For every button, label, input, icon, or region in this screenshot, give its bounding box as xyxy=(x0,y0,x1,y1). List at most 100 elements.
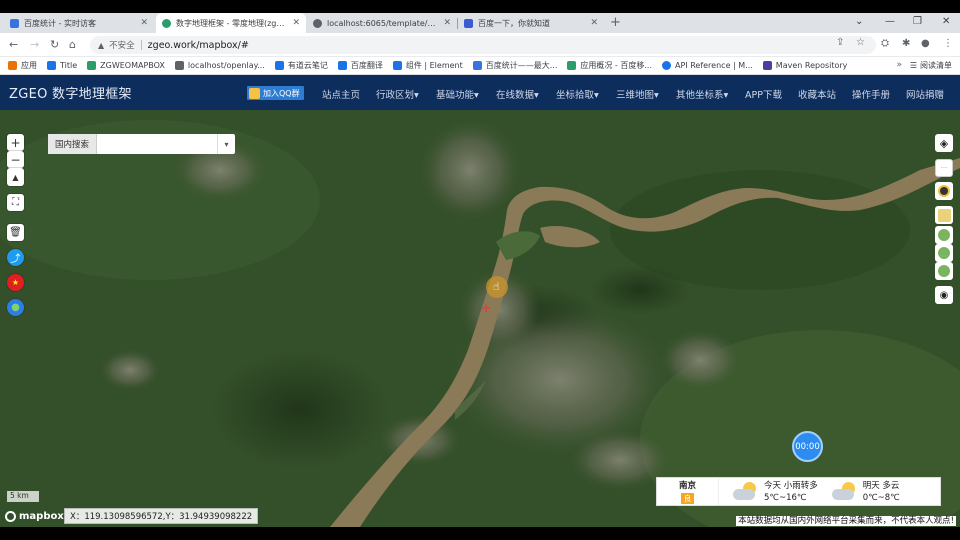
bookmark-item[interactable]: localhost/openlay... xyxy=(174,61,265,70)
site-brand[interactable]: ZGEO 数字地理框架 xyxy=(9,83,132,102)
nav-manual[interactable]: 操作手册 xyxy=(852,87,890,101)
chevron-down-icon[interactable]: ▾ xyxy=(217,134,235,154)
tomorrow-forecast: 明天 多云 xyxy=(862,480,900,491)
bookmark-item[interactable]: Maven Repository xyxy=(762,61,847,70)
minimize-icon[interactable]: — xyxy=(885,16,895,27)
bookmark-item[interactable]: 百度统计——最大... xyxy=(472,60,558,71)
bookmark-label: 百度翻译 xyxy=(350,61,383,70)
nav-admin-divisions[interactable]: 行政区划▾ xyxy=(376,87,419,101)
air-quality-badge: 良 xyxy=(680,493,695,504)
bookmark-item[interactable]: 有道云笔记 xyxy=(274,60,328,71)
zoom-in-button[interactable]: + xyxy=(7,134,24,151)
warning-icon: ▲ xyxy=(98,40,105,50)
restore-icon[interactable]: ❐ xyxy=(913,16,922,27)
browser-toolbar: ← → ↻ ⌂ ▲ 不安全 zgeo.work/mapbox/# ⇪ ☆ ⛭ ✱… xyxy=(0,33,960,57)
bookmark-item[interactable]: API Reference | M... xyxy=(662,61,753,70)
globe-icon[interactable]: ● xyxy=(7,299,24,316)
close-window-icon[interactable]: ✕ xyxy=(942,16,950,27)
share-icon[interactable]: ⇪ xyxy=(836,37,844,48)
bookmark-item[interactable]: 百度翻译 xyxy=(337,60,383,71)
nav-basic-functions[interactable]: 基础功能▾ xyxy=(436,87,479,101)
globe-favicon-icon xyxy=(162,18,171,28)
bookmark-label: 百度统计——最大... xyxy=(485,61,558,70)
search-input[interactable] xyxy=(97,134,217,154)
reading-list-label: 阅读清单 xyxy=(920,61,952,70)
baidu-translate-icon xyxy=(337,61,347,70)
china-flag-icon[interactable]: ★ xyxy=(7,274,24,291)
camera-icon[interactable]: ◉ xyxy=(935,286,953,304)
scale-bar: 5 km xyxy=(7,491,39,502)
url-text[interactable]: zgeo.work/mapbox/# xyxy=(148,40,249,51)
tab-title: localhost:6065/template/quer xyxy=(327,18,440,28)
star-bookmark-icon[interactable]: ☆ xyxy=(856,37,865,48)
bookmark-item[interactable]: 应用概况 - 百度移... xyxy=(567,60,652,71)
layers-icon[interactable]: ◈ xyxy=(935,134,953,152)
nav-other-crs[interactable]: 其他坐标系▾ xyxy=(676,87,728,101)
terrain-style-icon[interactable] xyxy=(935,226,953,244)
compass-button[interactable]: ▲ xyxy=(7,168,24,186)
new-tab-icon[interactable]: + xyxy=(610,15,621,30)
astronaut-icon[interactable] xyxy=(935,182,953,200)
close-tab-icon[interactable]: ✕ xyxy=(292,18,300,28)
terrain-style-icon[interactable] xyxy=(935,262,953,280)
nav-home[interactable]: 站点主页 xyxy=(322,87,360,101)
extension-badge-icon[interactable]: ⛭ xyxy=(881,38,889,49)
map-canvas[interactable]: + − ▲ ⛶ 🗑 ⤴ ★ ● 国内搜索 ▾ ◈ ··· ◉ ☝ ✛ 00:00… xyxy=(0,110,960,527)
home-icon[interactable]: ⌂ xyxy=(69,38,76,51)
fullscreen-icon[interactable]: ⛶ xyxy=(7,194,24,211)
nav-3d-map[interactable]: 三维地图▾ xyxy=(616,87,659,101)
trash-icon[interactable]: 🗑 xyxy=(7,224,24,241)
disclaimer-text: 本站数据均从国内外网络平台采集而来，不代表本人观点! xyxy=(736,516,956,526)
baidu-tongji-icon xyxy=(472,61,482,70)
address-bar[interactable]: ▲ 不安全 zgeo.work/mapbox/# xyxy=(90,36,876,54)
maven-logo-icon xyxy=(762,61,772,70)
chevron-down-icon[interactable]: ⌄ xyxy=(855,16,863,27)
reload-icon[interactable]: ↻ xyxy=(50,38,59,51)
profile-avatar-icon[interactable]: ● xyxy=(921,38,930,49)
not-secure-label: 不安全 xyxy=(109,41,135,51)
close-tab-icon[interactable]: ✕ xyxy=(590,18,598,28)
site-navbar: ZGEO 数字地理框架 加入QQ群 站点主页 行政区划▾ 基础功能▾ 在线数据▾… xyxy=(0,75,960,110)
weather-today: 今天 小雨转多 5℃~16℃ xyxy=(731,480,818,504)
forward-arrow-icon[interactable]: → xyxy=(30,38,39,51)
youdao-note-icon xyxy=(274,61,284,70)
bookmark-item[interactable]: Title xyxy=(47,61,77,70)
element-logo-icon xyxy=(392,61,402,70)
tab-title: 百度统计 - 实时访客 xyxy=(24,18,96,28)
share-icon[interactable]: ⤴ xyxy=(7,249,24,266)
weather-city: 南京 良 xyxy=(657,478,719,505)
baidu-paw-favicon-icon xyxy=(464,18,473,28)
disclaimer-bar: 本站数据均从国内外网络平台采集而来，不代表本人观点! xyxy=(0,516,960,527)
browser-tab[interactable]: 百度一下，你就知道 ✕ xyxy=(458,13,604,33)
close-tab-icon[interactable]: ✕ xyxy=(443,18,451,28)
map-style-thumbnail-icon[interactable] xyxy=(935,206,953,224)
reading-list-button[interactable]: ☰ 阅读清单 xyxy=(910,60,952,71)
nav-donate[interactable]: 网站捐赠 xyxy=(906,87,944,101)
bookmark-item[interactable]: 应用 xyxy=(8,60,37,71)
bookmark-item[interactable]: 组件 | Element xyxy=(392,60,463,71)
join-qq-group-button[interactable]: 加入QQ群 xyxy=(247,86,304,100)
browser-tab-active[interactable]: 数字地理框架 - 零度地理(zgeo) ✕ xyxy=(156,13,306,33)
browser-tab[interactable]: 百度统计 - 实时访客 ✕ xyxy=(4,13,154,33)
weather-tomorrow: 明天 多云 0℃~8℃ xyxy=(830,480,900,504)
bookmarks-overflow-icon[interactable]: » xyxy=(896,60,902,70)
bookmark-label: API Reference | M... xyxy=(675,61,753,70)
kebab-menu-icon[interactable]: ⋮ xyxy=(943,38,953,49)
cloud-sun-icon xyxy=(830,481,858,502)
browser-tab[interactable]: localhost:6065/template/quer ✕ xyxy=(307,13,457,33)
bookmarks-bar: 应用 Title ZGWEOMAPBOX localhost/openlay..… xyxy=(0,57,960,75)
timer-badge[interactable]: 00:00 xyxy=(792,431,823,462)
address-divider xyxy=(140,40,142,50)
bookmark-label: 组件 | Element xyxy=(405,61,463,70)
blank-map-style-icon[interactable]: ··· xyxy=(935,159,953,177)
back-arrow-icon[interactable]: ← xyxy=(9,38,18,51)
nav-bookmark-site[interactable]: 收藏本站 xyxy=(798,87,836,101)
bookmark-item[interactable]: ZGWEOMAPBOX xyxy=(87,61,165,70)
nav-online-data[interactable]: 在线数据▾ xyxy=(496,87,539,101)
zoom-out-button[interactable]: − xyxy=(7,151,24,168)
puzzle-extensions-icon[interactable]: ✱ xyxy=(902,38,910,49)
close-tab-icon[interactable]: ✕ xyxy=(140,18,148,28)
terrain-style-icon[interactable] xyxy=(935,244,953,262)
nav-coordinate-picker[interactable]: 坐标拾取▾ xyxy=(556,87,599,101)
nav-app-download[interactable]: APP下载 xyxy=(745,87,782,101)
